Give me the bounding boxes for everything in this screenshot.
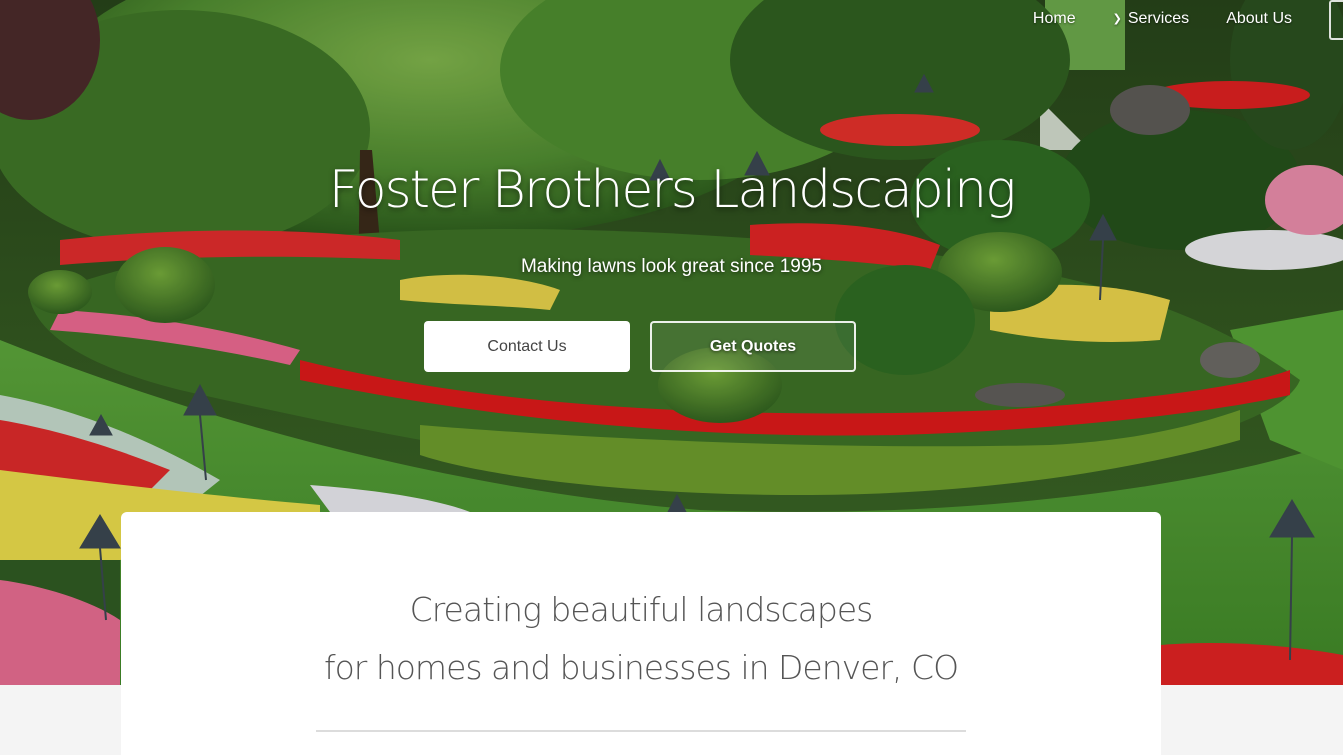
intro-heading-line-1: Creating beautiful landscapes [409,590,874,629]
nav-overflow-button[interactable] [1329,0,1343,40]
nav-services-dropdown[interactable]: ❯ Services [1113,10,1190,28]
nav-about-link[interactable]: About Us [1226,10,1292,28]
contact-us-label: Contact Us [487,337,567,355]
hero-subtitle: Making lawns look great since 1995 [520,256,822,277]
hero-title: Foster Brothers Landscaping [328,160,1017,220]
chevron-down-icon: ❯ [1112,12,1122,25]
intro-heading-line-2: for homes and businesses in Denver, CO [323,648,959,687]
get-quotes-label: Get Quotes [709,337,797,355]
get-quotes-button[interactable]: Get Quotes [650,321,856,372]
nav-services-label: Services [1127,10,1190,27]
nav-home-link[interactable]: Home [1033,10,1076,28]
contact-us-button[interactable]: Contact Us [424,321,630,372]
page: Home ❯ Services About Us Foster Brothers… [0,0,1343,755]
intro-card: Creating beautiful landscapes for homes … [121,512,1161,755]
divider [316,730,966,732]
nav-home-label: Home [1032,10,1076,27]
nav-about-label: About Us [1226,10,1292,27]
top-navigation: Home ❯ Services About Us [1033,0,1343,40]
